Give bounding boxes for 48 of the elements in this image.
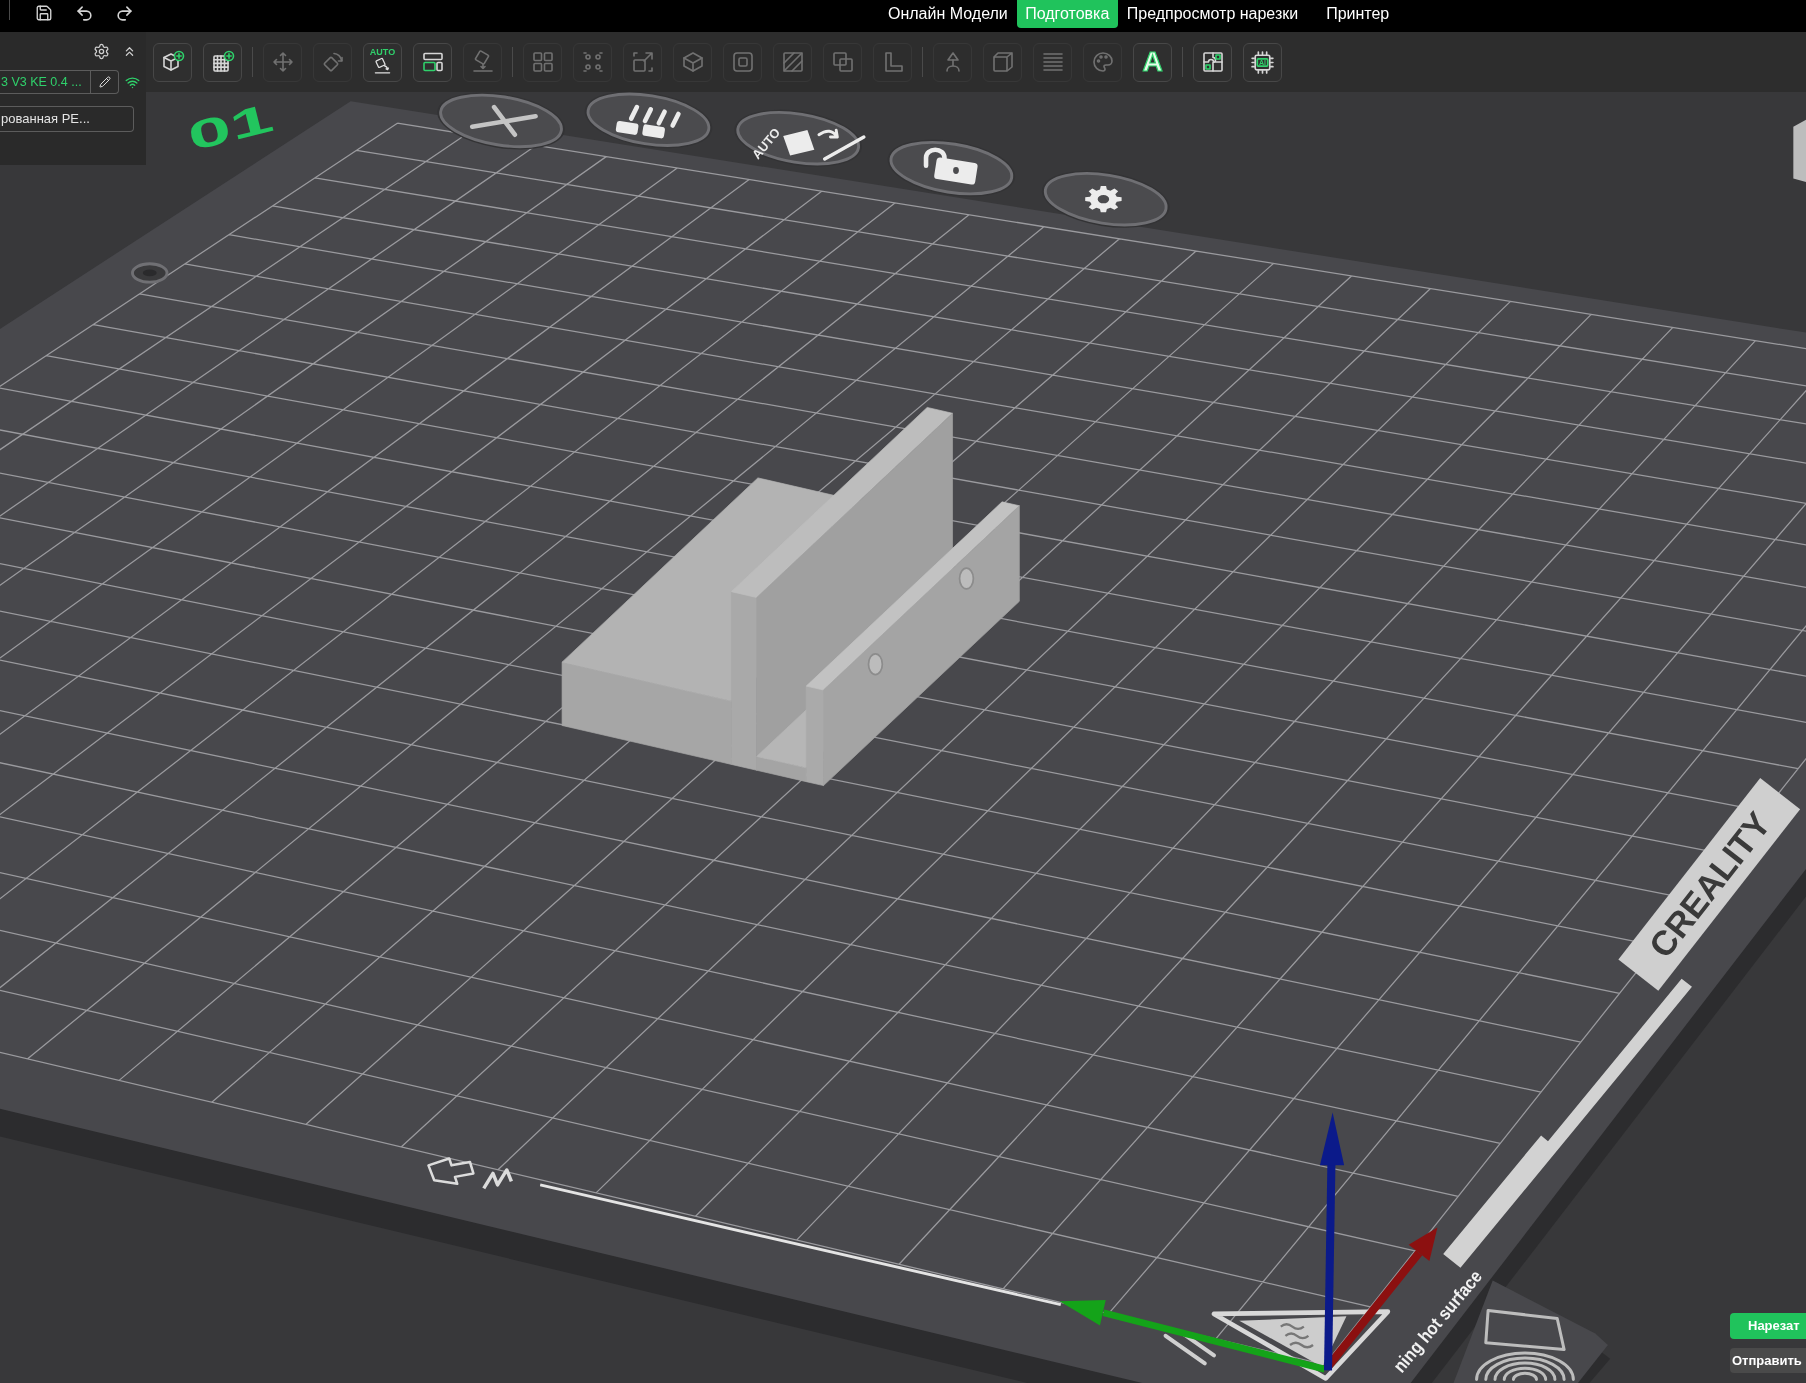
nested-squares-icon bbox=[730, 50, 755, 74]
plate-type-dropdown[interactable]: рованная PE... bbox=[0, 106, 134, 132]
close-icon bbox=[469, 104, 538, 138]
stacked-lines-icon bbox=[1040, 50, 1065, 74]
arrange-plate-button[interactable] bbox=[584, 91, 713, 149]
tilted-block-icon bbox=[783, 128, 866, 161]
cube-plus-icon bbox=[160, 50, 185, 74]
arrange-button[interactable] bbox=[413, 42, 452, 82]
save-icon bbox=[35, 4, 53, 22]
puzzle-icon bbox=[1200, 50, 1225, 74]
hatched-square-icon bbox=[780, 50, 805, 74]
overlapping-squares-icon bbox=[830, 50, 855, 74]
pencil-icon bbox=[98, 76, 111, 88]
palette-icon bbox=[1090, 50, 1115, 74]
settings-icon bbox=[93, 42, 110, 60]
auto-orient-button[interactable]: AUTO bbox=[363, 42, 402, 82]
add-model-button[interactable] bbox=[153, 42, 192, 82]
chip-icon bbox=[1250, 49, 1275, 75]
square-arrow-down-icon bbox=[470, 50, 495, 74]
redo-icon bbox=[114, 3, 134, 23]
close-plate-button[interactable] bbox=[437, 92, 565, 150]
mounting-hole-icon bbox=[131, 262, 169, 284]
scale-icon bbox=[630, 50, 655, 74]
layout-icon bbox=[420, 50, 445, 74]
plate-number: 01 bbox=[183, 94, 278, 160]
box-icon bbox=[680, 50, 705, 74]
warning-triangle-icon bbox=[1163, 1309, 1391, 1381]
wifi-icon bbox=[125, 74, 140, 90]
text-tool-button[interactable]: A bbox=[1133, 42, 1172, 82]
send-button[interactable]: Отправить bbox=[1730, 1348, 1806, 1373]
plate-settings-button[interactable] bbox=[1042, 170, 1170, 228]
arrange-icon bbox=[615, 104, 681, 139]
dots-grid-icon bbox=[580, 50, 605, 74]
tilted-square-icon bbox=[373, 57, 392, 76]
printer-selector[interactable]: 3 V3 KE 0.4 ... bbox=[0, 70, 119, 94]
undo-icon bbox=[74, 3, 94, 23]
cube-icon bbox=[990, 50, 1015, 74]
lock-plate-button[interactable] bbox=[887, 139, 1016, 197]
settings-icon bbox=[1085, 186, 1122, 213]
assembly-button[interactable] bbox=[1193, 42, 1232, 82]
view-cube[interactable] bbox=[1793, 119, 1806, 182]
settings-button[interactable] bbox=[93, 42, 110, 60]
add-plate-button[interactable] bbox=[203, 42, 242, 82]
move-icon bbox=[270, 50, 295, 74]
printer-name: 3 V3 KE 0.4 ... bbox=[0, 73, 83, 91]
grid-plus-icon bbox=[210, 50, 235, 74]
four-squares-icon bbox=[530, 50, 555, 74]
arrow-marking-icon bbox=[427, 1157, 513, 1190]
